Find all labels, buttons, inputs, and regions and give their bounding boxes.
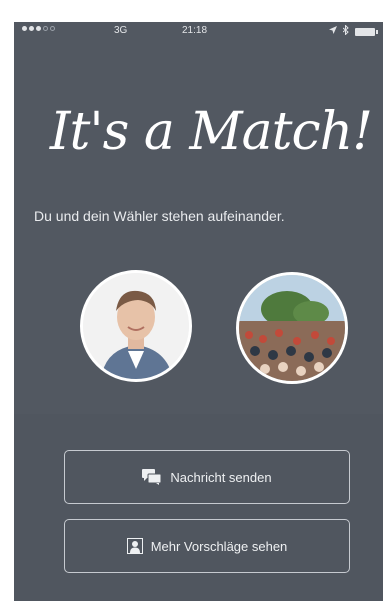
bluetooth-icon xyxy=(342,24,349,38)
status-bar: 3G 21:18 xyxy=(14,22,383,40)
carrier-label: 3G xyxy=(114,25,128,36)
action-area: Nachricht senden Mehr Vorschläge sehen xyxy=(14,414,383,601)
send-message-button[interactable]: Nachricht senden xyxy=(64,450,350,504)
battery-icon xyxy=(355,27,378,36)
match-subtitle: Du und dein Wähler stehen aufeinander. xyxy=(34,208,285,224)
status-time: 21:18 xyxy=(182,25,208,36)
signal-strength-icon xyxy=(22,26,55,31)
more-suggestions-label: Mehr Vorschläge sehen xyxy=(150,538,288,554)
send-message-label: Nachricht senden xyxy=(170,469,272,485)
match-title: It's a Match! xyxy=(49,102,373,162)
avatar-own xyxy=(80,270,192,382)
location-icon xyxy=(329,26,337,37)
match-screen: 3G 21:18 It's a Match! Du und dein Wähle… xyxy=(14,22,383,601)
person-card-icon xyxy=(126,538,143,554)
avatar-match xyxy=(236,272,348,384)
chat-bubbles-icon xyxy=(142,469,162,485)
more-suggestions-button[interactable]: Mehr Vorschläge sehen xyxy=(64,519,350,573)
